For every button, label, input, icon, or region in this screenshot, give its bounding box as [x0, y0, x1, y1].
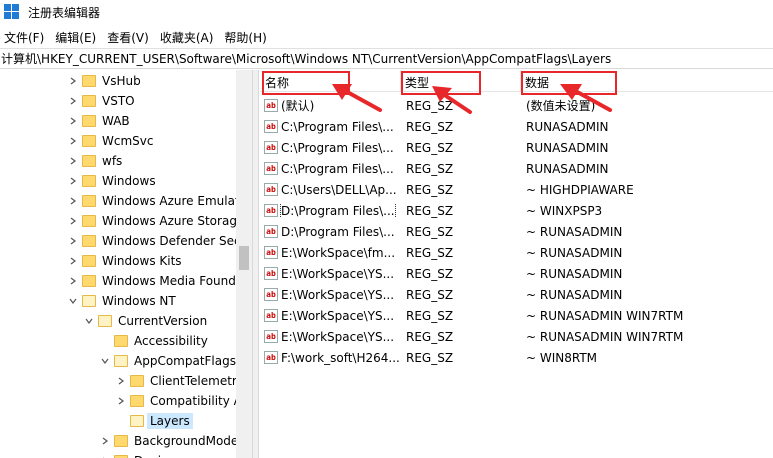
annotation-arrows — [332, 84, 612, 114]
